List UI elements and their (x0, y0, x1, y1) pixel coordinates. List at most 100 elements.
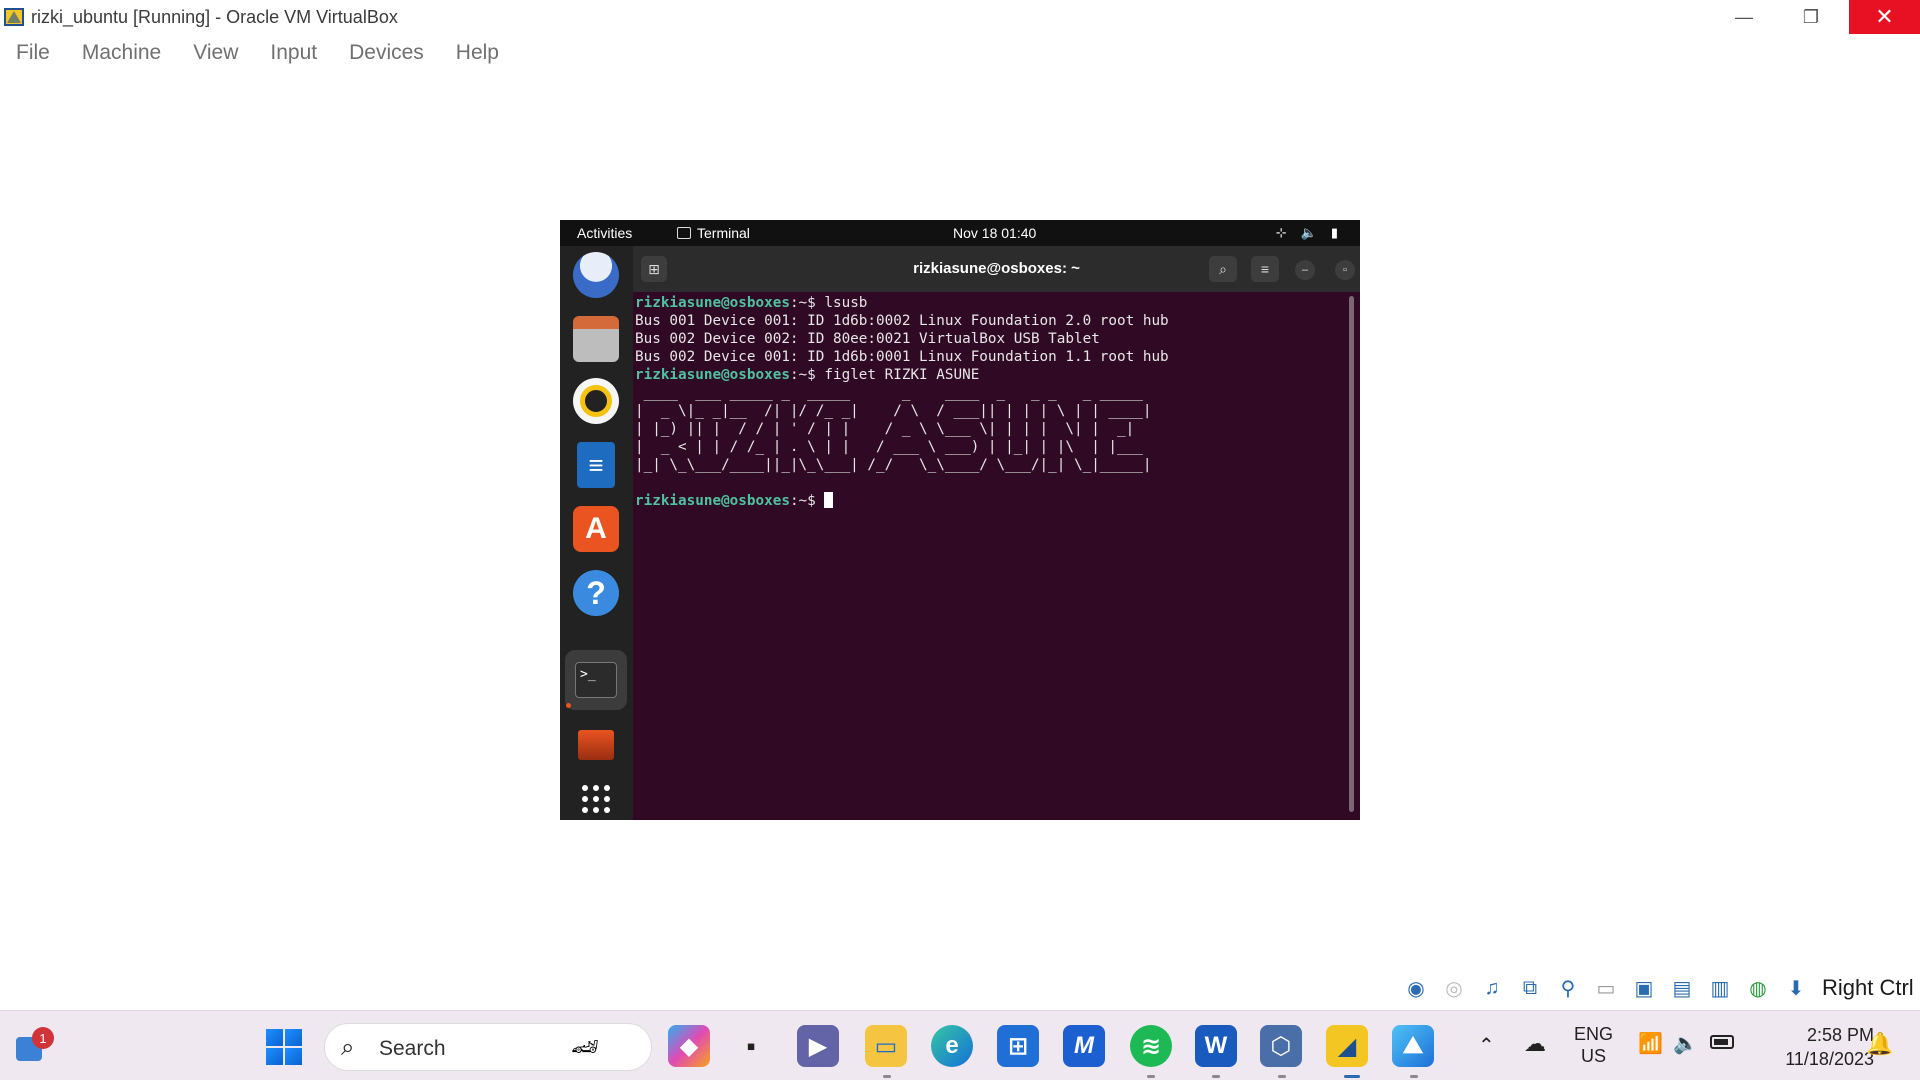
prompt-suffix: :~$ (789, 295, 825, 311)
spotify-icon[interactable]: ≋ (1130, 1025, 1172, 1067)
battery-icon[interactable] (1710, 1035, 1734, 1049)
libreoffice-writer-icon[interactable]: ≡ (577, 442, 615, 488)
search-highlight-icon: 🏎 (571, 1034, 599, 1059)
onedrive-icon[interactable]: ☁ (1524, 1031, 1546, 1057)
prompt-command: lsusb (824, 295, 868, 311)
menu-view[interactable]: View (177, 38, 254, 70)
terminal-prompt-line: rizkiasune@osboxes:~$ lsusb (635, 294, 1350, 312)
rhythmbox-icon[interactable] (573, 378, 619, 424)
show-hidden-icons-icon[interactable]: ⌃ (1478, 1033, 1495, 1058)
close-button[interactable]: ✕ (1849, 0, 1920, 34)
mouse-integration-icon[interactable]: ⬇ (1780, 973, 1812, 1003)
edge-icon[interactable]: e (931, 1025, 973, 1067)
terminal-output[interactable]: rizkiasune@osboxes:~$ lsusb Bus 001 Devic… (635, 294, 1350, 814)
terminal-restore-icon[interactable]: ▫ (1335, 260, 1355, 280)
photos-icon[interactable]: ⛰ (1392, 1025, 1434, 1067)
file-explorer-running-dot (883, 1075, 891, 1078)
file-explorer-icon[interactable]: ▭ (865, 1025, 907, 1067)
terminal-small-icon (677, 227, 691, 239)
usb-icon[interactable]: ⚲ (1552, 973, 1584, 1003)
word-running-dot (1212, 1075, 1220, 1078)
search-icon[interactable]: ⌕ (1209, 256, 1237, 282)
virtualbox-app-icon (4, 8, 24, 26)
trash-icon[interactable] (578, 730, 614, 760)
prompt-user: rizkiasune@osboxes (635, 295, 790, 311)
optical-drive-icon[interactable]: ◎ (1438, 973, 1470, 1003)
terminal-prompt-line: rizkiasune@osboxes:~$ figlet RIZKI ASUNE (635, 366, 1350, 384)
notification-bell-icon[interactable]: 🔔 (1866, 1031, 1893, 1057)
prompt-user: rizkiasune@osboxes (635, 367, 790, 383)
restore-button[interactable]: ❐ (1783, 0, 1839, 34)
show-apps-icon[interactable] (573, 776, 619, 820)
copilot-icon[interactable]: ◆ (668, 1025, 710, 1067)
hard-disk-icon[interactable]: ◉ (1400, 973, 1432, 1003)
network-adapter-icon[interactable]: ⧉ (1514, 973, 1546, 1003)
network-icon: ⊹ (1275, 225, 1287, 240)
guest-display[interactable]: Activities Terminal Nov 18 01:40 ⊹ 🔈 ▮ ≡… (560, 220, 1360, 820)
prompt-command: figlet RIZKI ASUNE (824, 367, 980, 383)
microsoft-store-icon[interactable]: ⊞ (997, 1025, 1039, 1067)
clock-time: 2:58 PM (1806, 1025, 1874, 1045)
battery-icon: ▮ (1330, 225, 1338, 240)
terminal-output-line: Bus 002 Device 001: ID 1d6b:0001 Linux F… (635, 349, 1169, 365)
taskbar-clock[interactable]: 2:58 PM 11/18/2023 (1760, 1023, 1874, 1071)
start-button[interactable] (266, 1029, 302, 1065)
gnome-clock[interactable]: Nov 18 01:40 (953, 225, 1036, 241)
help-icon[interactable]: ? (573, 570, 619, 616)
files-icon[interactable] (573, 316, 619, 362)
virtualbox-taskbar-icon[interactable]: ⬡ (1260, 1025, 1302, 1067)
search-glass-icon: ⌕ (341, 1034, 355, 1061)
shared-folders-icon[interactable]: ▭ (1590, 973, 1622, 1003)
guest-additions-icon[interactable]: ◍ (1742, 973, 1774, 1003)
menu-devices[interactable]: Devices (333, 38, 440, 70)
terminal-output-line: | |_) || | / / | ' / | | / _ \ \___ \| |… (635, 421, 1152, 437)
word-icon[interactable]: W (1195, 1025, 1237, 1067)
widgets-badge: 1 (32, 1027, 54, 1049)
menu-input[interactable]: Input (254, 38, 333, 70)
terminal-headerbar: ⊞ rizkiasune@osboxes: ~ ⌕ ≡ – ▫ ✕ (633, 246, 1360, 292)
menu-machine[interactable]: Machine (66, 38, 177, 70)
vscode-insiders-icon[interactable]: M (1063, 1025, 1105, 1067)
clock-date: 11/18/2023 (1785, 1049, 1874, 1069)
ubuntu-dock: ≡ A ? >_ (560, 246, 633, 820)
volume-icon: 🔈 (1300, 225, 1317, 240)
minimize-button[interactable]: — (1716, 0, 1772, 34)
prompt-suffix: :~$ (789, 493, 825, 509)
task-view-icon[interactable]: ▪ (730, 1025, 772, 1067)
menu-file[interactable]: File (0, 38, 66, 70)
cpu-icon[interactable]: ▥ (1704, 973, 1736, 1003)
activities-button[interactable]: Activities (577, 225, 632, 241)
terminal-output-line: Bus 002 Device 002: ID 80ee:0021 Virtual… (635, 331, 1100, 347)
audio-icon[interactable]: ♫ (1476, 973, 1508, 1003)
terminal-scrollbar[interactable] (1349, 296, 1354, 812)
host-key-label: Right Ctrl (1822, 975, 1914, 1000)
app-center-icon[interactable]: A (573, 506, 619, 552)
virtualbox-running-dot (1278, 1075, 1286, 1078)
vm-window-icon[interactable]: ◢ (1326, 1025, 1368, 1067)
menu-help[interactable]: Help (440, 38, 515, 70)
recording-icon[interactable]: ▤ (1666, 973, 1698, 1003)
gnome-top-bar: Activities Terminal Nov 18 01:40 ⊹ 🔈 ▮ (560, 220, 1360, 246)
taskbar-search-box[interactable]: ⌕ Search 🏎 (324, 1023, 652, 1071)
vm-window-running-dot (1344, 1075, 1360, 1078)
topbar-app-menu[interactable]: Terminal (677, 225, 750, 241)
photos-running-dot (1410, 1075, 1418, 1078)
widgets-button[interactable]: 1 (12, 1027, 54, 1067)
terminal-dock-icon[interactable]: >_ (565, 650, 627, 710)
spotify-running-dot (1147, 1075, 1155, 1078)
thunderbird-icon[interactable] (573, 252, 619, 298)
display-icon[interactable]: ▣ (1628, 973, 1660, 1003)
terminal-output-line: Bus 001 Device 001: ID 1d6b:0002 Linux F… (635, 313, 1169, 329)
running-indicator (566, 703, 571, 708)
terminal-minimize-icon[interactable]: – (1295, 260, 1315, 280)
terminal-cursor (824, 492, 834, 508)
prompt-user: rizkiasune@osboxes (635, 493, 790, 509)
input-language[interactable]: ENG US (1574, 1023, 1613, 1067)
speaker-icon[interactable]: 🔈 (1673, 1031, 1698, 1056)
teams-meet-icon[interactable]: ▶ (797, 1025, 839, 1067)
window-title: rizki_ubuntu [Running] - Oracle VM Virtu… (31, 7, 398, 27)
wifi-icon[interactable]: 📶 (1638, 1031, 1663, 1056)
gnome-system-tray[interactable]: ⊹ 🔈 ▮ (1276, 225, 1338, 241)
hamburger-menu-icon[interactable]: ≡ (1251, 256, 1279, 282)
